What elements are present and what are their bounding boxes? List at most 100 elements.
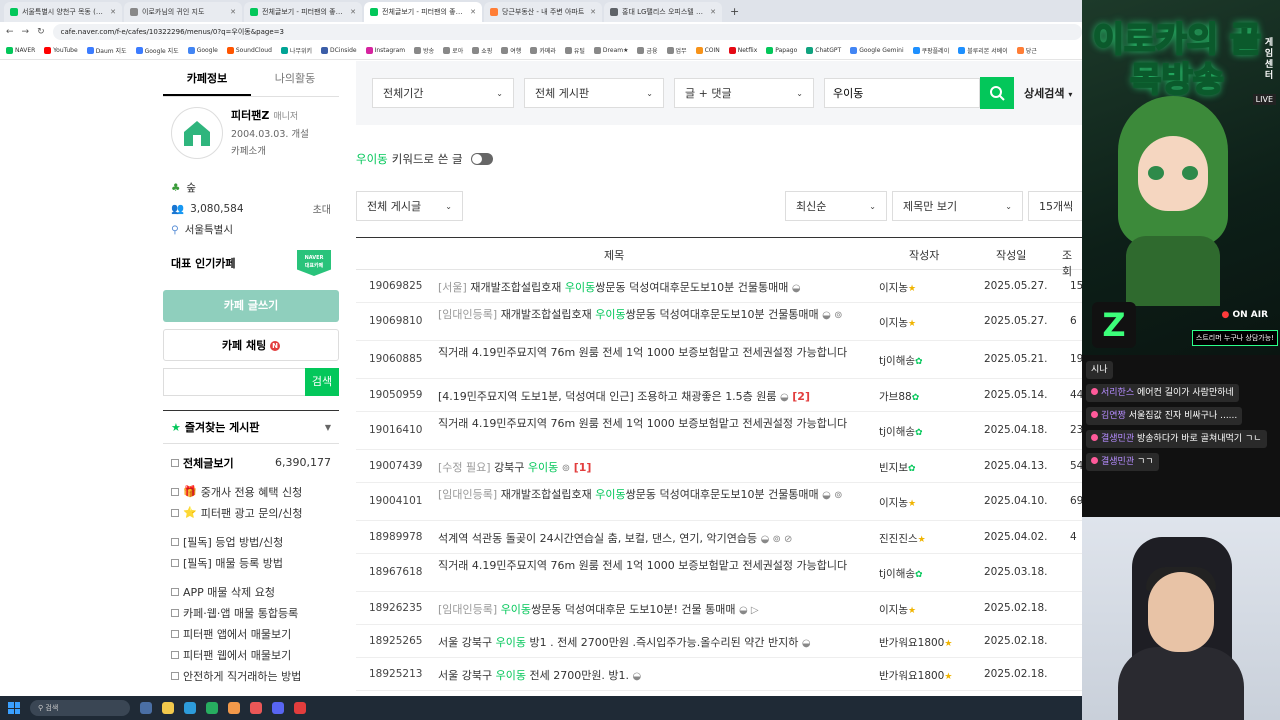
windows-start-icon[interactable] — [8, 702, 20, 714]
bookmark-item[interactable]: Google Gemini — [850, 47, 904, 54]
post-author[interactable]: 이지농★ — [879, 315, 916, 330]
post-title[interactable]: 직거래 4.19민주묘지역 76m 원룸 전세 1억 1000 보증보험맡고 전… — [438, 558, 863, 574]
sort-select[interactable]: 최신순 ⌄ — [785, 191, 887, 221]
post-author[interactable]: tj이해송✿ — [879, 566, 923, 581]
bookmark-item[interactable]: 쿠팡플레이 — [912, 46, 949, 55]
bookmark-item[interactable]: 블루리본 서베이 — [958, 46, 1008, 55]
tab-cafe-info[interactable]: 카페정보 — [163, 61, 251, 96]
bookmark-item[interactable]: 여행 — [501, 46, 521, 55]
table-row[interactable]: 18925213 서울 강북구 우이동 전세 2700만원. 방1. ◒ 반가워… — [356, 658, 1082, 691]
table-row[interactable]: 19016410 직거래 4.19민주묘지역 76m 원룸 전세 1억 1000… — [356, 412, 1082, 450]
menu-app-view[interactable]: 피터팬 앱에서 매물보기 — [171, 623, 331, 644]
bookmark-item[interactable]: ChatGPT — [806, 47, 841, 54]
bookmark-item[interactable]: 카메라 — [530, 46, 556, 55]
close-icon[interactable]: ✕ — [110, 8, 116, 16]
post-title[interactable]: [4.19민주묘지역 도보1분, 덕성여대 인근] 조용하고 채광좋은 1.5층… — [438, 389, 863, 405]
bookmark-item[interactable]: SoundCloud — [226, 47, 272, 54]
keyword-toggle[interactable] — [470, 153, 493, 165]
bookmark-item[interactable]: 유틸 — [564, 46, 585, 55]
scope-select[interactable]: 글 + 댓글 ⌄ — [674, 78, 814, 108]
cafe-name[interactable]: 피터팬Z — [231, 109, 269, 122]
search-button[interactable] — [980, 77, 1014, 109]
bookmark-item[interactable]: Google — [187, 47, 218, 54]
post-author[interactable]: tj이해송✿ — [879, 424, 923, 439]
member-count[interactable]: 3,080,584 — [190, 203, 243, 215]
menu-web-view[interactable]: 피터팬 웹에서 매물보기 — [171, 644, 331, 665]
task-view-icon[interactable] — [140, 702, 152, 714]
reload-icon[interactable]: ↻ — [37, 27, 45, 37]
menu-integrated-listing[interactable]: 카페·웹·앱 매물 통합등록 — [171, 602, 331, 623]
forward-icon[interactable]: → — [22, 27, 30, 37]
table-row[interactable]: 19069810 [임대인등록] 재개발조합설립호재 우이동쌍문동 덕성여대후문… — [356, 303, 1082, 341]
post-title[interactable]: 직거래 4.19민주묘지역 76m 원룸 전세 1억 1000 보증보험맡고 전… — [438, 345, 863, 361]
bookmark-item[interactable]: Google 지도 — [135, 46, 179, 55]
table-row[interactable]: 18925265 서울 강북구 우이동 방1 . 전세 2700만원 .즉시입주… — [356, 625, 1082, 658]
advanced-search-button[interactable]: 상세검색 ▾ — [1024, 85, 1072, 101]
caret-down-icon[interactable]: ▼ — [325, 423, 331, 432]
cafe-chat-button[interactable]: 카페 채팅 N — [163, 329, 339, 361]
browser-tab[interactable]: 전체글보기 - 피터팬의 좋은방 ✕ — [364, 2, 482, 22]
menu-safe-trade[interactable]: 안전하게 직거래하는 방법 — [171, 665, 331, 686]
post-title[interactable]: 석계역 석관동 돌곶이 24시간연습실 춤, 보컬, 댄스, 연기, 악기연습등… — [438, 531, 863, 547]
menu-listing-guide[interactable]: [필독] 매물 등록 방법 — [171, 552, 331, 573]
close-icon[interactable]: ✕ — [710, 8, 716, 16]
comment-count[interactable]: [1] — [574, 461, 592, 474]
cafe-logo[interactable] — [171, 107, 223, 159]
file-explorer-icon[interactable] — [162, 702, 174, 714]
browser-tab[interactable]: 이로카님의 귀인 지도 ✕ — [124, 2, 242, 22]
table-row[interactable]: 18926235 [임대인등록] 우이동쌍문동 덕성여대후문 도보10분! 건물… — [356, 592, 1082, 625]
table-row[interactable]: 19004101 [임대인등록] 재개발조합설립호재 우이동쌍문동 덕성여대후문… — [356, 483, 1082, 521]
tab-my-activity[interactable]: 나의활동 — [251, 61, 339, 96]
browser-tab[interactable]: 당근부동산 - 내 주변 아파트 ✕ — [484, 2, 602, 22]
post-author[interactable]: 반가워요1800★ — [879, 668, 952, 683]
discord-icon[interactable] — [272, 702, 284, 714]
browser-tab[interactable]: 홍대 LG팰리스 오피스텔 월세 ✕ — [604, 2, 722, 22]
post-author[interactable]: 빈지보✿ — [879, 460, 916, 475]
close-icon[interactable]: ✕ — [350, 8, 356, 16]
post-author[interactable]: 가브88✿ — [879, 389, 919, 404]
invite-link[interactable]: 초대 — [313, 201, 331, 216]
taskbar-search[interactable]: ⚲ 검색 — [30, 700, 130, 716]
bookmark-item[interactable]: 업무 — [666, 46, 687, 55]
view-mode-select[interactable]: 제목만 보기 ⌄ — [892, 191, 1023, 221]
post-title[interactable]: [서울] 재개발조합설립호재 우이동쌍문동 덕성여대후문도보10분 건물통매매 … — [438, 280, 863, 296]
bookmark-item[interactable]: DCinside — [321, 47, 357, 54]
comment-count[interactable]: [2] — [792, 390, 810, 403]
bookmark-item[interactable]: Papago — [766, 47, 797, 54]
post-title[interactable]: 서울 강북구 우이동 전세 2700만원. 방1. ◒ — [438, 668, 863, 684]
post-type-select[interactable]: 전체 게시글 ⌄ — [356, 191, 463, 221]
table-row[interactable]: 19050959 [4.19민주묘지역 도보1분, 덕성여대 인근] 조용하고 … — [356, 379, 1082, 412]
post-title[interactable]: 직거래 4.19민주묘지역 76m 원룸 전세 1억 1000 보증보험맡고 전… — [438, 416, 863, 432]
url-field[interactable]: cafe.naver.com/f-e/cafes/10322296/menus/… — [52, 24, 1082, 40]
cafe-write-button[interactable]: 카페 글쓰기 — [163, 290, 339, 322]
table-row[interactable]: 18967618 직거래 4.19민주묘지역 76m 원룸 전세 1억 1000… — [356, 554, 1082, 592]
post-author[interactable]: 이지농★ — [879, 602, 916, 617]
close-icon[interactable]: ✕ — [470, 8, 476, 16]
menu-levelup-guide[interactable]: [필독] 등업 방법/신청 — [171, 531, 331, 552]
bookmark-item[interactable]: Dream★ — [593, 47, 628, 54]
bookmark-item[interactable]: 로아 — [443, 46, 463, 55]
bookmark-item[interactable]: YouTube — [44, 47, 78, 54]
bookmark-item[interactable]: Instagram — [365, 47, 405, 54]
close-icon[interactable]: ✕ — [590, 8, 596, 16]
cafe-search-button[interactable]: 검색 — [305, 368, 339, 396]
post-title[interactable]: [임대인등록] 우이동쌍문동 덕성여대후문 도보10분! 건물 통매매 ◒ ▷ — [438, 602, 863, 618]
menu-broker-benefit[interactable]: 🎁 중개사 전용 혜택 신청 — [171, 481, 331, 502]
post-title[interactable]: [임대인등록] 재개발조합설립호재 우이동쌍문동 덕성여대후문도보10분 건물통… — [438, 487, 863, 503]
bookmark-item[interactable]: COIN — [695, 47, 720, 54]
close-icon[interactable]: ✕ — [230, 8, 236, 16]
post-author[interactable]: 진진진스★ — [879, 531, 926, 546]
cafe-intro-link[interactable]: 카페소개 — [231, 143, 309, 157]
table-row[interactable]: 19007439 [수정 필요] 강북구 우이동 ⊚ [1] 빈지보✿ 2025… — [356, 450, 1082, 483]
period-select[interactable]: 전체기간 ⌄ — [372, 78, 514, 108]
bookmark-item[interactable]: 당근 — [1016, 46, 1037, 55]
board-select[interactable]: 전체 게시판 ⌄ — [524, 78, 664, 108]
bookmark-item[interactable]: NAVER — [6, 47, 35, 54]
browser-tab[interactable]: 전체글보기 - 피터팬의 좋은방 ✕ — [244, 2, 362, 22]
bookmark-item[interactable]: Daum 지도 — [86, 46, 127, 55]
post-title[interactable]: [수정 필요] 강북구 우이동 ⊚ [1] — [438, 460, 863, 476]
bookmark-item[interactable]: 방송 — [414, 46, 434, 55]
cafe-search-input[interactable] — [163, 368, 305, 396]
per-page-select[interactable]: 15개씩 — [1028, 191, 1082, 221]
post-author[interactable]: 이지농★ — [879, 280, 916, 295]
